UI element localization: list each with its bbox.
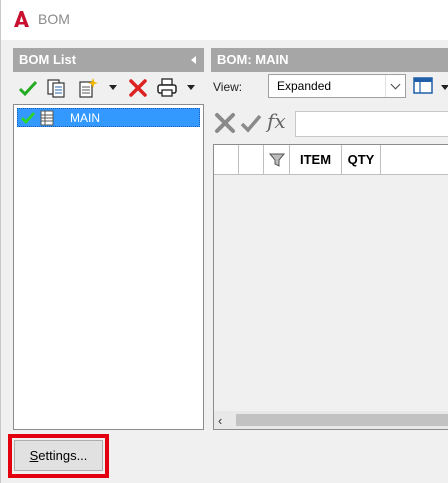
copy-bom-icon[interactable] xyxy=(45,77,67,99)
scrollbar-thumb[interactable] xyxy=(236,414,448,426)
grid-header-filter[interactable] xyxy=(264,145,290,175)
layout-dropdown-icon[interactable] xyxy=(441,85,448,90)
tree-item-main[interactable]: MAIN xyxy=(17,108,200,127)
settings-label: ettings... xyxy=(38,448,88,463)
table-layout-icon[interactable] xyxy=(412,76,434,96)
accept-formula-icon[interactable] xyxy=(239,111,263,135)
bom-document-icon xyxy=(40,110,54,126)
autocad-logo-icon xyxy=(14,11,29,27)
grid-header-qty[interactable]: QTY xyxy=(342,145,381,175)
window-title: BOM xyxy=(38,11,70,27)
new-bom-dropdown-icon[interactable] xyxy=(109,85,117,90)
settings-accelerator: S xyxy=(29,448,39,463)
grid-header-cell[interactable] xyxy=(214,145,239,175)
bom-detail-header: BOM: MAIN xyxy=(211,48,448,72)
tree-item-label: MAIN xyxy=(70,111,100,125)
collapse-left-icon[interactable] xyxy=(191,56,196,64)
grid-header-item[interactable]: ITEM xyxy=(290,145,342,175)
fx-icon: fx xyxy=(267,109,286,133)
cancel-formula-icon[interactable] xyxy=(213,111,237,135)
printer-icon[interactable] xyxy=(156,77,178,99)
bom-list-header: BOM List xyxy=(13,48,204,72)
checkmark-icon xyxy=(21,112,36,125)
bom-window: BOM BOM List MAIN BOM: MAIN View: Expand… xyxy=(0,0,448,483)
bom-list-title: BOM List xyxy=(19,52,77,67)
bom-list-tree[interactable]: MAIN xyxy=(13,104,204,430)
settings-button[interactable]: Settings... xyxy=(14,440,103,471)
bom-grid[interactable]: ITEM QTY ‹ xyxy=(213,144,448,430)
view-select-value: Expanded xyxy=(277,79,332,93)
filter-icon xyxy=(269,153,285,167)
bom-list-toolbar xyxy=(13,74,204,102)
print-dropdown-icon[interactable] xyxy=(187,85,195,90)
delete-icon[interactable] xyxy=(127,77,149,99)
formula-bar: fx xyxy=(211,108,448,138)
bom-detail-title: BOM: MAIN xyxy=(217,52,289,67)
formula-input[interactable] xyxy=(295,111,448,137)
checkmark-icon[interactable] xyxy=(17,77,39,99)
view-label: View: xyxy=(213,80,243,94)
grid-header-row: ITEM QTY xyxy=(214,145,448,175)
scroll-left-icon[interactable]: ‹ xyxy=(218,413,222,428)
new-bom-icon[interactable] xyxy=(77,77,99,99)
grid-header-cell[interactable] xyxy=(239,145,264,175)
chevron-down-icon[interactable] xyxy=(385,75,405,97)
horizontal-scrollbar[interactable]: ‹ xyxy=(214,411,448,429)
title-bar: BOM xyxy=(1,0,448,40)
view-select[interactable]: Expanded xyxy=(268,74,406,98)
